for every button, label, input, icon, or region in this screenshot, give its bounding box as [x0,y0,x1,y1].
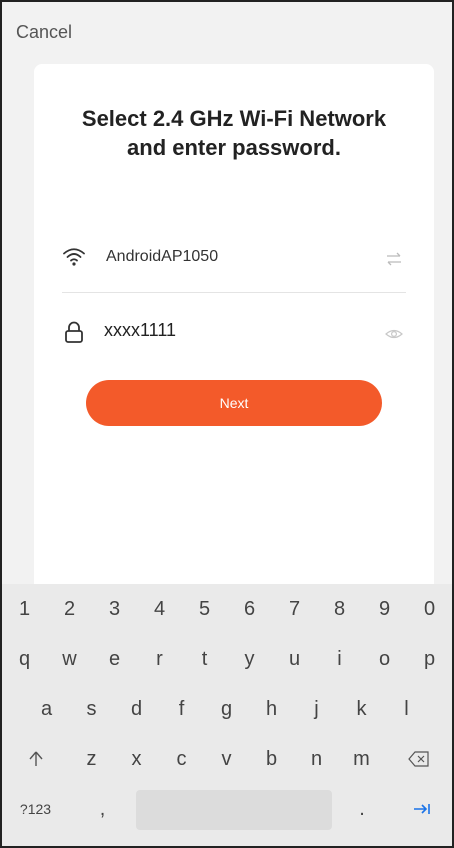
key-j[interactable]: j [294,684,339,734]
key-z[interactable]: z [69,734,114,784]
cancel-button[interactable]: Cancel [16,22,72,43]
key-4[interactable]: 4 [137,584,182,634]
key-g[interactable]: g [204,684,249,734]
key-q[interactable]: q [2,634,47,684]
key-c[interactable]: c [159,734,204,784]
key-6[interactable]: 6 [227,584,272,634]
page-title: Select 2.4 GHz Wi-Fi Network and enter p… [81,106,387,160]
shift-icon [28,751,43,766]
key-l[interactable]: l [384,684,429,734]
key-o[interactable]: o [362,634,407,684]
key-8[interactable]: 8 [317,584,362,634]
network-row[interactable]: AndroidAP1050 [62,239,406,279]
password-field[interactable]: xxxx1111 [62,314,406,354]
key-p[interactable]: p [407,634,452,684]
key-i[interactable]: i [317,634,362,684]
key-h[interactable]: h [249,684,294,734]
backspace-key[interactable] [385,734,452,784]
divider [62,292,406,293]
key-d[interactable]: d [114,684,159,734]
key-9[interactable]: 9 [362,584,407,634]
shift-key[interactable] [2,734,69,784]
key-n[interactable]: n [294,734,339,784]
backspace-icon [407,751,429,767]
key-k[interactable]: k [339,684,384,734]
number-row: 1 2 3 4 5 6 7 8 9 0 [2,584,452,634]
key-2[interactable]: 2 [47,584,92,634]
key-b[interactable]: b [249,734,294,784]
symbols-key[interactable]: ?123 [2,784,69,834]
bottom-row: ?123 , . [2,784,452,834]
key-5[interactable]: 5 [182,584,227,634]
key-t[interactable]: t [182,634,227,684]
space-bar[interactable] [136,790,332,830]
onscreen-keyboard: 1 2 3 4 5 6 7 8 9 0 q w e r t y u i o p … [2,584,452,846]
key-3[interactable]: 3 [92,584,137,634]
next-button[interactable]: Next [86,380,382,426]
letter-row-3: z x c v b n m [2,734,452,784]
enter-key[interactable] [392,784,452,834]
key-7[interactable]: 7 [272,584,317,634]
comma-key[interactable]: , [69,784,136,834]
key-e[interactable]: e [92,634,137,684]
key-1[interactable]: 1 [2,584,47,634]
swap-network-icon[interactable] [384,249,404,269]
network-name: AndroidAP1050 [106,248,219,265]
top-bar: Cancel [2,2,452,62]
key-s[interactable]: s [69,684,114,734]
key-x[interactable]: x [114,734,159,784]
key-u[interactable]: u [272,634,317,684]
period-key[interactable]: . [332,784,392,834]
letter-row-2: a s d f g h j k l [2,684,452,734]
wifi-icon [63,248,85,266]
key-a[interactable]: a [24,684,69,734]
key-r[interactable]: r [137,634,182,684]
key-m[interactable]: m [339,734,384,784]
key-w[interactable]: w [47,634,92,684]
key-0[interactable]: 0 [407,584,452,634]
key-f[interactable]: f [159,684,204,734]
wifi-setup-card: Select 2.4 GHz Wi-Fi Network and enter p… [34,64,434,604]
enter-icon [414,804,430,814]
password-value[interactable]: xxxx1111 [104,320,176,341]
letter-row-1: q w e r t y u i o p [2,634,452,684]
lock-icon [65,321,83,343]
key-y[interactable]: y [227,634,272,684]
eye-icon[interactable] [384,324,404,344]
key-v[interactable]: v [204,734,249,784]
